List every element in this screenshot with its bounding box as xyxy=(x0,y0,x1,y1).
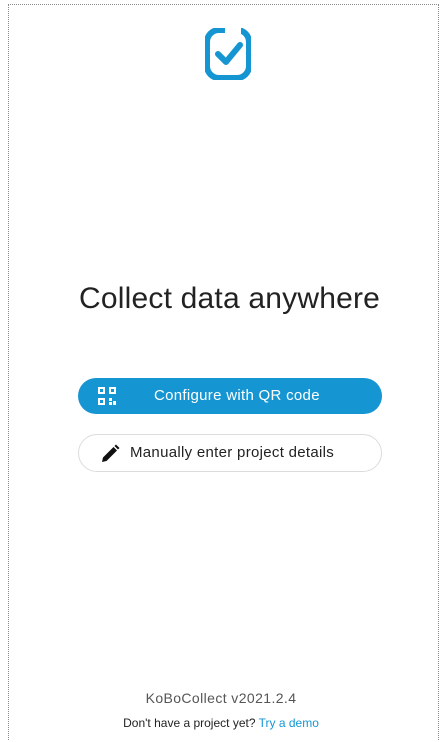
configure-qr-label: Configure with QR code xyxy=(154,387,320,404)
pencil-icon xyxy=(102,444,120,462)
configure-qr-button[interactable]: Configure with QR code xyxy=(78,378,382,414)
qr-code-icon xyxy=(98,387,116,405)
try-demo-link[interactable]: Try a demo xyxy=(259,716,319,730)
manual-entry-label: Manually enter project details xyxy=(130,444,335,461)
app-logo-icon xyxy=(205,28,251,80)
manual-entry-button[interactable]: Manually enter project details xyxy=(78,434,382,472)
screen-frame xyxy=(8,4,439,740)
page-title: Collect data anywhere xyxy=(79,282,381,315)
demo-prompt-text: Don't have a project yet? xyxy=(123,716,256,730)
demo-prompt: Don't have a project yet? Try a demo xyxy=(0,716,442,730)
app-version: KoBoCollect v2021.2.4 xyxy=(145,690,297,706)
